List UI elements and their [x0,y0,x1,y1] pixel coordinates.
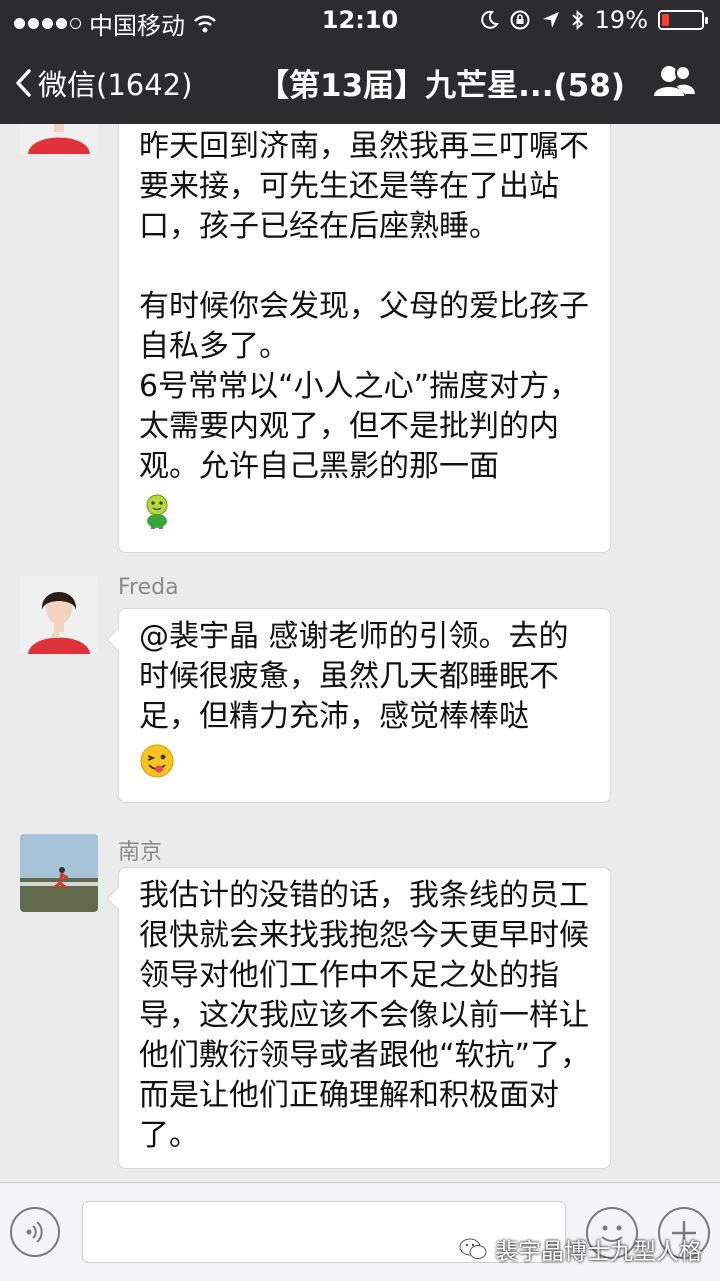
wink-tongue-emoji [139,743,175,790]
message-text: 昨天回到济南，虽然我再三叮嘱不要来接，可先生还是等在了出站口，孩子已经在后座熟睡… [139,129,589,244]
message-text: 我估计的没错的话，我条线的员工很快就会来找我抱怨今天更早时候领导对他们工作中不足… [139,878,591,1153]
avatar[interactable] [20,124,98,154]
avatar[interactable] [20,834,98,912]
message-text: 有时候你会发现，父母的爱比孩子自私多了。 [139,289,589,364]
battery-icon [658,10,708,30]
chat-title: 【第13届】九芒星...(58) [258,68,625,104]
watermark-text: 裴宇晶博士九型人格 [495,1239,702,1265]
message-bubble[interactable]: @裴宇晶 感谢老师的引领。去的时候很疲惫，虽然几天都睡眠不足，但精力充沛，感觉棒… [118,608,611,803]
voice-icon[interactable] [10,1207,60,1257]
battery-percent: 19% [594,6,648,34]
green-man-emoji [139,493,175,540]
chat-message-list[interactable]: 昨天回到济南，虽然我再三叮嘱不要来接，可先生还是等在了出站口，孩子已经在后座熟睡… [0,124,720,1182]
bluetooth-icon [572,9,583,31]
message-bubble[interactable]: 昨天回到济南，虽然我再三叮嘱不要来接，可先生还是等在了出站口，孩子已经在后座熟睡… [118,124,611,553]
chat-header: 微信(1642) 【第13届】九芒星...(58) [0,40,720,124]
sender-name: 南京 [118,840,163,865]
back-label: 微信(1642) [38,68,193,102]
back-button[interactable]: 微信(1642) [14,62,192,104]
watermark: 裴宇晶博士九型人格 [459,1232,702,1266]
moon-icon [480,10,499,29]
message-bubble[interactable]: 我估计的没错的话，我条线的员工很快就会来找我抱怨今天更早时候领导对他们工作中不足… [118,867,611,1169]
status-bar-right: 19% [479,6,708,34]
avatar[interactable] [20,576,98,654]
location-arrow-icon [542,12,559,28]
message-text: 6号常常以“小人之心”揣度对方，太需要内观了，但不是批判的内观。允许自己黑影的那… [139,369,580,484]
group-members-icon[interactable] [652,64,698,102]
rotation-lock-icon [510,10,530,30]
battery-level [662,14,669,26]
wechat-icon [459,1238,487,1259]
message-text: @裴宇晶 感谢老师的引领。去的时候很疲惫，虽然几天都睡眠不足，但精力充沛，感觉棒… [139,619,569,734]
chevron-left-icon [16,69,31,97]
status-bar: 中国移动 12:10 19% [0,0,720,40]
sender-name: Freda [118,575,179,600]
